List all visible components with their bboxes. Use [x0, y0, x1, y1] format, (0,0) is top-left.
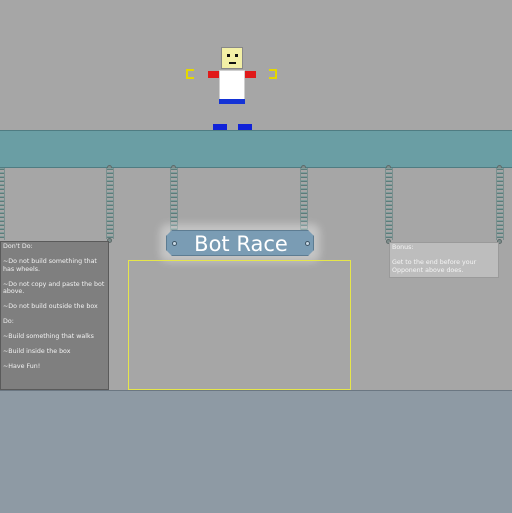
game-scene: Bot Race Don't Do: ~Do not build somethi… — [0, 0, 512, 513]
rules-line: ~Do not build outside the box — [3, 303, 98, 310]
bonus-sign: Bonus: Get to the end before your Oppone… — [389, 242, 499, 278]
bonus-text: Get to the end before your Opponent abov… — [392, 259, 477, 274]
robot-head — [221, 47, 243, 69]
bonus-heading: Bonus: — [392, 244, 414, 251]
robot-left-arm — [208, 71, 219, 78]
bolt-icon — [305, 241, 310, 246]
track-beam — [0, 130, 512, 168]
robot-right-eye — [235, 54, 238, 57]
robot-right-arm — [245, 71, 256, 78]
rules-line: ~Build something that walks — [3, 333, 94, 340]
title-sign: Bot Race — [166, 230, 314, 256]
rules-line: Don't Do: — [3, 243, 33, 250]
robot-right-hand — [269, 69, 277, 79]
spring — [300, 168, 308, 232]
spring — [0, 168, 5, 240]
lower-floor — [0, 390, 512, 513]
robot-mouth — [229, 62, 236, 64]
rules-sign: Don't Do: ~Do not build something that h… — [0, 241, 109, 390]
rules-line: ~Have Fun! — [3, 363, 41, 370]
rules-line: ~Do not build something that has wheels. — [3, 258, 97, 273]
title-sign-text: Bot Race — [194, 232, 288, 256]
robot-left-eye — [227, 54, 230, 57]
rules-line: ~Build inside the box — [3, 348, 71, 355]
spring — [170, 168, 178, 232]
spring — [106, 168, 114, 239]
build-zone[interactable] — [128, 260, 351, 390]
spring — [496, 168, 504, 240]
rules-line: Do: — [3, 318, 14, 325]
robot-left-hand — [186, 69, 194, 79]
rules-line: ~Do not copy and paste the bot above. — [3, 280, 105, 296]
robot-belt — [219, 99, 245, 104]
spring — [385, 168, 393, 240]
